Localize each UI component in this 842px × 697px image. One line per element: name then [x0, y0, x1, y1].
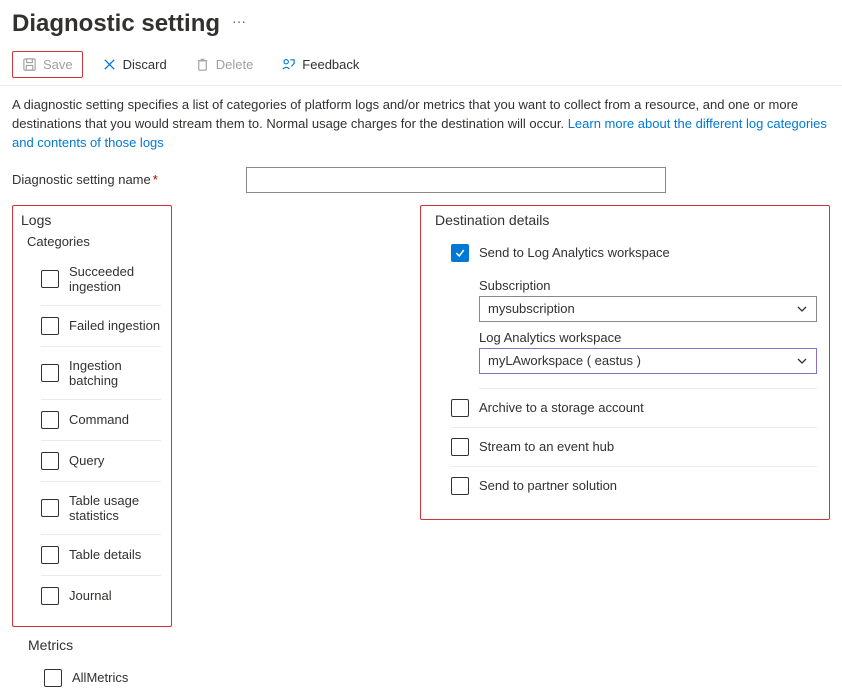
checkbox[interactable]	[41, 499, 59, 517]
log-category-row[interactable]: Table details	[41, 535, 161, 576]
logs-panel: Logs Categories Succeeded ingestion Fail…	[12, 205, 172, 627]
setting-name-label: Diagnostic setting name*	[12, 172, 238, 187]
dest-option-storage[interactable]: Archive to a storage account	[451, 389, 817, 428]
description-text: A diagnostic setting specifies a list of…	[0, 86, 842, 159]
checkbox[interactable]	[41, 452, 59, 470]
more-actions[interactable]: ···	[232, 13, 246, 35]
dest-option-log-analytics[interactable]: Send to Log Analytics workspace	[451, 234, 817, 272]
metrics-title: Metrics	[26, 637, 172, 653]
log-category-row[interactable]: Command	[41, 400, 161, 441]
check-icon	[454, 247, 466, 259]
log-category-row[interactable]: Ingestion batching	[41, 347, 161, 400]
delete-button: Delete	[186, 52, 263, 77]
destinations-title: Destination details	[433, 212, 817, 228]
setting-name-input[interactable]	[246, 167, 666, 193]
command-bar: Save Discard Delete Feedback	[0, 44, 842, 86]
checkbox[interactable]	[41, 364, 59, 382]
checkbox[interactable]	[44, 669, 62, 687]
log-category-row[interactable]: Query	[41, 441, 161, 482]
workspace-select[interactable]: myLAworkspace ( eastus )	[479, 348, 817, 374]
log-category-row[interactable]: Succeeded ingestion	[41, 253, 161, 306]
checkbox[interactable]	[41, 546, 59, 564]
delete-icon	[195, 57, 210, 72]
feedback-button[interactable]: Feedback	[272, 52, 368, 77]
discard-button[interactable]: Discard	[93, 52, 176, 77]
checkbox-checked[interactable]	[451, 244, 469, 262]
log-category-row[interactable]: Journal	[41, 576, 161, 616]
checkbox[interactable]	[41, 587, 59, 605]
metrics-row[interactable]: AllMetrics	[44, 659, 172, 697]
discard-icon	[102, 57, 117, 72]
feedback-icon	[281, 57, 296, 72]
checkbox[interactable]	[451, 477, 469, 495]
dest-option-eventhub[interactable]: Stream to an event hub	[451, 428, 817, 467]
chevron-down-icon	[796, 303, 808, 315]
dest-option-partner[interactable]: Send to partner solution	[451, 467, 817, 505]
chevron-down-icon	[796, 355, 808, 367]
save-button[interactable]: Save	[12, 51, 83, 78]
workspace-label: Log Analytics workspace	[479, 330, 817, 345]
subscription-label: Subscription	[479, 278, 817, 293]
log-category-row[interactable]: Failed ingestion	[41, 306, 161, 347]
checkbox[interactable]	[451, 438, 469, 456]
logs-title: Logs	[19, 212, 161, 228]
subscription-select[interactable]: mysubscription	[479, 296, 817, 322]
checkbox[interactable]	[41, 411, 59, 429]
checkbox[interactable]	[41, 270, 59, 288]
page-title: Diagnostic setting	[12, 10, 220, 38]
categories-label: Categories	[27, 234, 161, 249]
destinations-panel: Destination details Send to Log Analytic…	[420, 205, 830, 520]
save-icon	[22, 57, 37, 72]
log-category-row[interactable]: Table usage statistics	[41, 482, 161, 535]
checkbox[interactable]	[41, 317, 59, 335]
checkbox[interactable]	[451, 399, 469, 417]
